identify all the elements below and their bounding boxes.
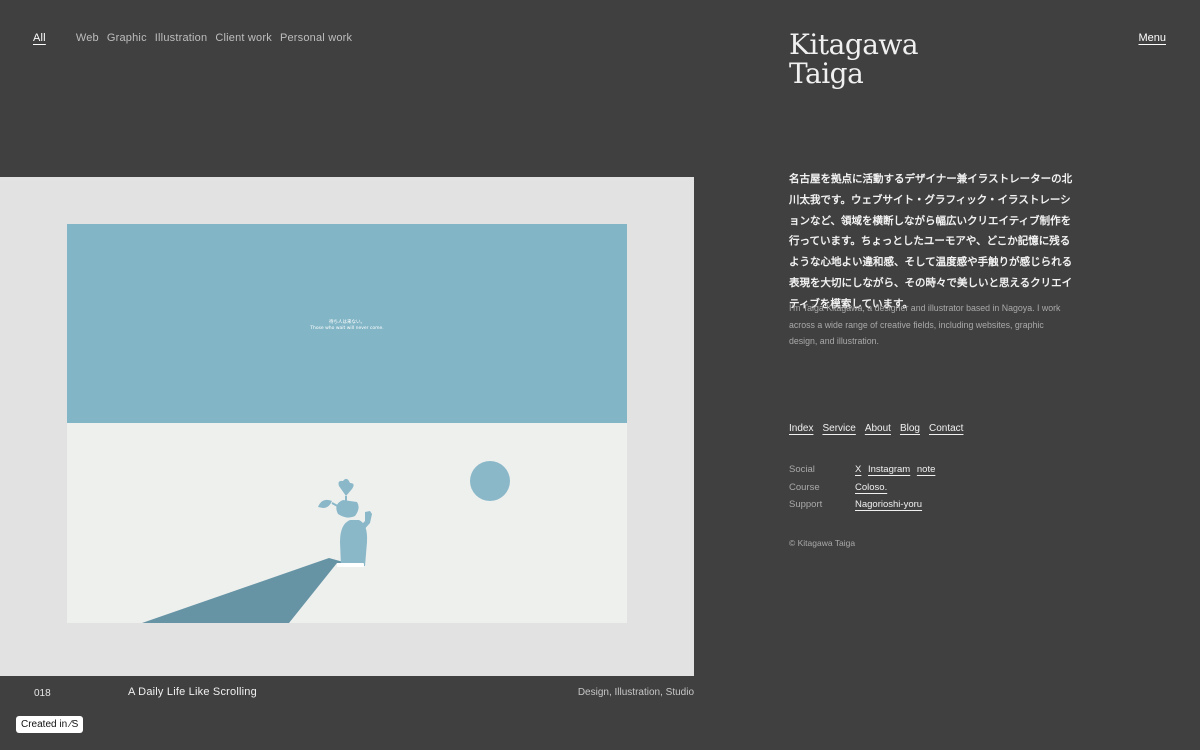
filter-web[interactable]: Web [76, 32, 99, 44]
work-tags: Design, Illustration, Studio [577, 687, 694, 698]
filter-client-work[interactable]: Client work [215, 32, 272, 44]
work-preview-frame: 待ち人は来ない。 Those who wait will never come. [0, 177, 694, 676]
nav-about[interactable]: About [865, 423, 891, 434]
social-row: Social X Instagram note [789, 461, 939, 479]
course-row: Course Coloso. [789, 479, 939, 497]
nav-contact[interactable]: Contact [929, 423, 963, 434]
art-caption-ja: 待ち人は来ない。 [329, 318, 365, 325]
art-moon [470, 461, 510, 501]
work-artwork[interactable]: 待ち人は来ない。 Those who wait will never come. [67, 224, 627, 623]
filter-illustration[interactable]: Illustration [155, 32, 208, 44]
external-links: Social X Instagram note Course Coloso. S… [789, 461, 939, 514]
social-label: Social [789, 464, 815, 476]
filter-graphic[interactable]: Graphic [107, 32, 147, 44]
copyright: © Kitagawa Taiga [789, 538, 856, 548]
menu-button[interactable]: Menu [1138, 32, 1166, 44]
nav-service[interactable]: Service [822, 423, 855, 434]
site-nav: Index Service About Blog Contact [789, 423, 972, 434]
intro-japanese: 名古屋を拠点に活動するデザイナー兼イラストレーターの北川太我です。ウェブサイト・… [789, 173, 1073, 310]
link-coloso[interactable]: Coloso. [855, 482, 887, 493]
logo-line-2: Taiga [789, 57, 864, 90]
support-label: Support [789, 499, 823, 511]
artwork-illustration: 待ち人は来ない。 Those who wait will never come. [67, 224, 627, 623]
nav-index[interactable]: Index [789, 423, 813, 434]
link-nagorioshi-yoru[interactable]: Nagorioshi-yoru [855, 499, 922, 510]
logo-line-1: Kitagawa [789, 28, 919, 61]
link-instagram[interactable]: Instagram [868, 464, 910, 475]
art-caption-en: Those who wait will never come. [309, 325, 384, 331]
created-in-badge[interactable]: Created in ⁄S [16, 716, 84, 733]
filter-all[interactable]: All [33, 32, 46, 44]
work-number: 018 [34, 688, 51, 699]
category-filters: All Web Graphic Illustration Client work… [33, 32, 360, 44]
support-row: Support Nagorioshi-yoru [789, 496, 939, 514]
art-figure-head [336, 500, 359, 518]
art-figure-feet [337, 563, 364, 567]
link-x[interactable]: X [855, 464, 861, 475]
course-label: Course [789, 481, 820, 493]
link-note[interactable]: note [917, 464, 936, 475]
filter-personal-work[interactable]: Personal work [280, 32, 352, 44]
nav-blog[interactable]: Blog [900, 423, 920, 434]
intro-english: I'm Taiga Kitagawa, a designer and illus… [789, 303, 1061, 346]
work-title[interactable]: A Daily Life Like Scrolling [128, 686, 257, 698]
site-logo[interactable]: Kitagawa Taiga [789, 28, 919, 90]
